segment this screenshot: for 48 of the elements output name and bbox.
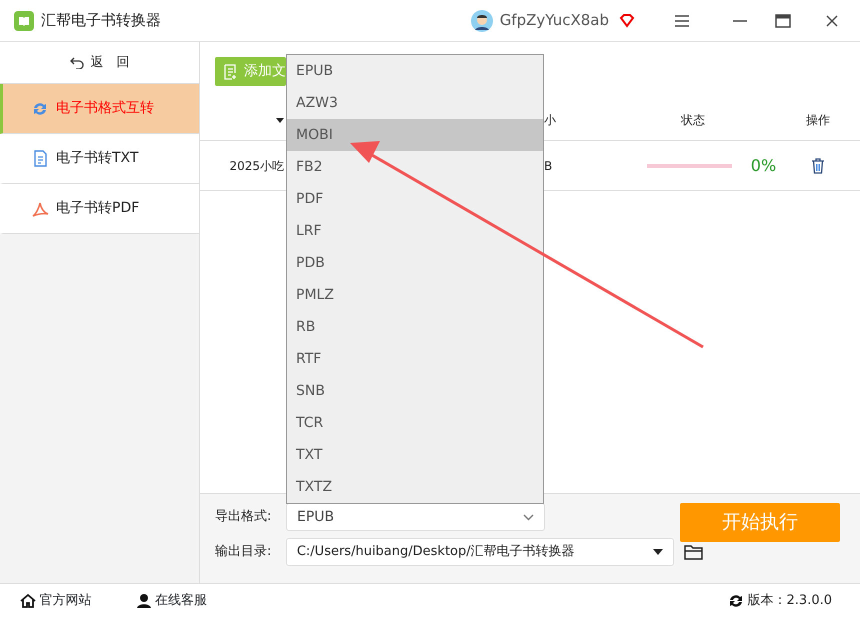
app-logo-icon xyxy=(14,10,34,30)
column-header: 状态 xyxy=(681,112,705,129)
file-size: B xyxy=(544,158,552,174)
back-button[interactable]: 返 回 xyxy=(0,42,199,84)
menu-option[interactable]: TCR xyxy=(287,407,543,439)
sidebar-item[interactable]: 电子书转TXT xyxy=(0,134,199,184)
back-icon xyxy=(70,56,84,68)
user-name[interactable]: GfpZyYucX8ab xyxy=(500,9,609,32)
file-name: 2025小吃 xyxy=(229,158,284,174)
column-header: 操作 xyxy=(806,112,830,129)
chevron-down-icon xyxy=(523,514,534,520)
refresh-icon xyxy=(728,592,744,608)
footer-link[interactable]: 官方网站 xyxy=(20,590,92,610)
output-dir-select[interactable]: C:/Users/huibang/Desktop/汇帮电子书转换器 xyxy=(286,538,674,566)
menu-option[interactable]: FB2 xyxy=(287,151,543,183)
sort-caret-icon xyxy=(276,118,284,122)
folder-icon[interactable] xyxy=(684,544,704,560)
caret-down-icon xyxy=(653,549,664,555)
field-label: 导出格式: xyxy=(215,508,272,526)
menu-option[interactable]: EPUB xyxy=(287,55,543,87)
menu-option[interactable]: PDB xyxy=(287,247,543,279)
version-label: 版本：2.3.0.0 xyxy=(748,592,832,610)
file-add-icon xyxy=(223,64,238,80)
menu-option[interactable]: MOBI xyxy=(287,119,543,151)
menu-option[interactable]: RB xyxy=(287,311,543,343)
menu-option[interactable]: RTF xyxy=(287,343,543,375)
menu-icon[interactable] xyxy=(675,14,689,26)
home-icon xyxy=(20,592,36,608)
menu-option[interactable]: PDF xyxy=(287,183,543,215)
field-label: 输出目录: xyxy=(215,543,272,562)
progress-percent: 0% xyxy=(750,154,776,176)
menu-option[interactable]: LRF xyxy=(287,215,543,247)
person-icon xyxy=(136,592,152,608)
menu-option[interactable]: TXT xyxy=(287,439,543,471)
menu-option[interactable]: PMLZ xyxy=(287,279,543,311)
delete-icon[interactable] xyxy=(811,158,825,174)
sidebar-item[interactable]: 电子书转PDF xyxy=(0,184,199,234)
window-title: 汇帮电子书转换器 xyxy=(41,10,161,32)
diamond-icon xyxy=(619,14,635,28)
menu-option[interactable]: SNB xyxy=(287,375,543,407)
close-icon[interactable] xyxy=(826,14,838,26)
format-select[interactable]: EPUB xyxy=(286,503,545,531)
maximize-icon[interactable] xyxy=(775,14,791,28)
avatar-icon xyxy=(470,10,493,32)
footer-link[interactable]: 在线客服 xyxy=(136,590,207,610)
menu-option[interactable]: AZW3 xyxy=(287,87,543,119)
column-header: 小 xyxy=(544,112,556,129)
menu-option[interactable]: TXTZ xyxy=(287,471,543,503)
